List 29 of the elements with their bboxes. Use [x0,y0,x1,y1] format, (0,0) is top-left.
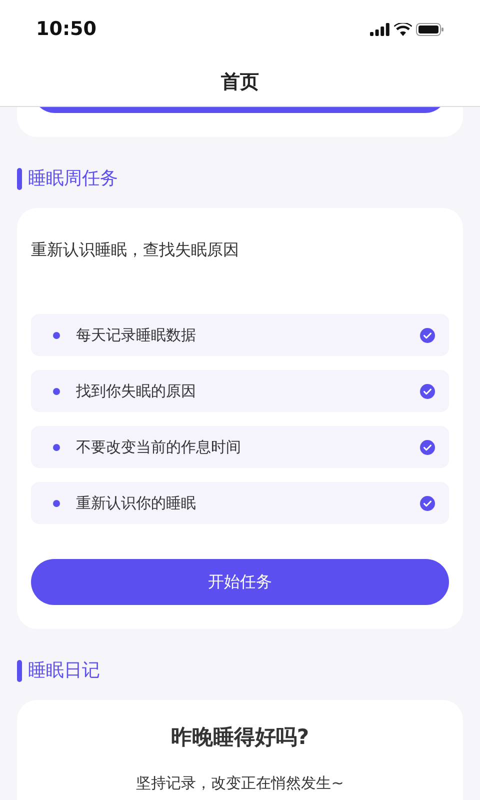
task-label: 重新认识你的睡眠 [76,492,197,514]
bullet-icon [53,444,60,450]
task-item[interactable]: 不要改变当前的作息时间 [31,426,449,468]
check-circle-icon[interactable] [420,384,435,398]
start-task-button[interactable]: 开始任务 [31,559,449,605]
check-circle-icon[interactable] [420,328,435,342]
task-label: 找到你失眠的原因 [76,380,197,402]
bullet-icon [53,332,60,338]
check-circle-icon[interactable] [420,496,435,510]
task-subtitle: 重新认识睡眠，查找失眠原因 [31,239,240,261]
bullet-icon [53,388,60,394]
diary-hint: 坚持记录，改变正在悄然发生~ [135,772,345,794]
bullet-icon [53,500,60,506]
task-item[interactable]: 找到你失眠的原因 [31,370,449,412]
section-title: 睡眠日记 [28,659,100,683]
task-item[interactable]: 重新认识你的睡眠 [31,482,449,524]
task-label: 每天记录睡眠数据 [76,324,197,346]
status-time: 10:50 [36,16,96,42]
check-circle-icon[interactable] [420,440,435,454]
battery-icon [416,22,444,36]
signal-icon [370,22,390,36]
page-title: 首页 [221,70,259,95]
section-title: 睡眠周任务 [28,167,118,191]
wifi-icon [394,22,412,36]
task-label: 不要改变当前的作息时间 [76,436,242,458]
section-marker [17,168,22,190]
diary-question: 昨晚睡得好吗? [170,724,310,751]
section-marker [17,660,22,682]
task-item[interactable]: 每天记录睡眠数据 [31,314,449,356]
